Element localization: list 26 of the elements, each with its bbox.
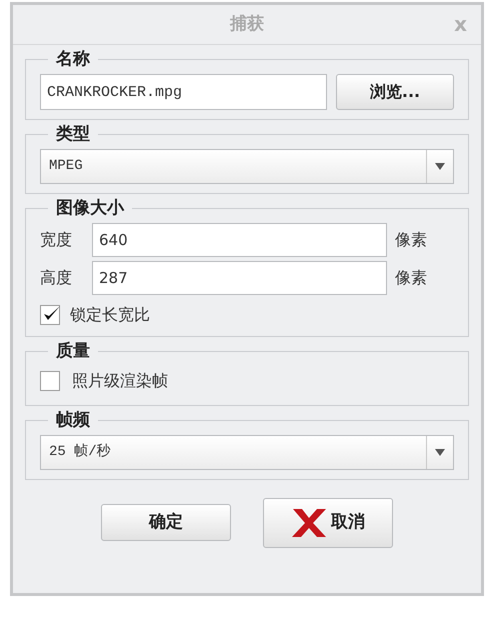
cancel-button[interactable]: 取消: [263, 498, 393, 548]
checkbox[interactable]: [40, 305, 60, 325]
checkbox[interactable]: [40, 371, 60, 391]
dropdown[interactable]: 25 帧/秒: [40, 435, 454, 470]
close-icon: [291, 507, 327, 539]
group-legend: 帧频: [48, 409, 98, 431]
group-legend: 图像大小: [48, 197, 132, 219]
field-label: 高度: [40, 267, 73, 289]
dropdown-value: 25 帧/秒: [48, 442, 112, 462]
group-legend: 质量: [48, 340, 98, 362]
dimension-field[interactable]: 287: [92, 261, 387, 295]
field-label: 宽度: [40, 229, 73, 251]
ok-button[interactable]: 确定: [101, 504, 231, 541]
dimension-field[interactable]: 640: [92, 223, 387, 257]
checkbox-label: 锁定长宽比: [70, 304, 150, 326]
caret-icon: [435, 163, 445, 170]
caret-icon: [435, 449, 445, 456]
checkbox-label: 照片级渲染帧: [72, 370, 168, 392]
dropdown-value: MPEG: [48, 157, 84, 176]
window-title: 捕获: [230, 12, 264, 36]
unit-label: 像素: [395, 267, 427, 289]
filename-field[interactable]: CRANKROCKER.mpg: [40, 74, 327, 110]
browse-button[interactable]: 浏览...: [336, 74, 454, 110]
unit-label: 像素: [395, 229, 427, 251]
group-legend: 类型: [48, 123, 98, 145]
dropdown[interactable]: MPEG: [40, 149, 454, 184]
